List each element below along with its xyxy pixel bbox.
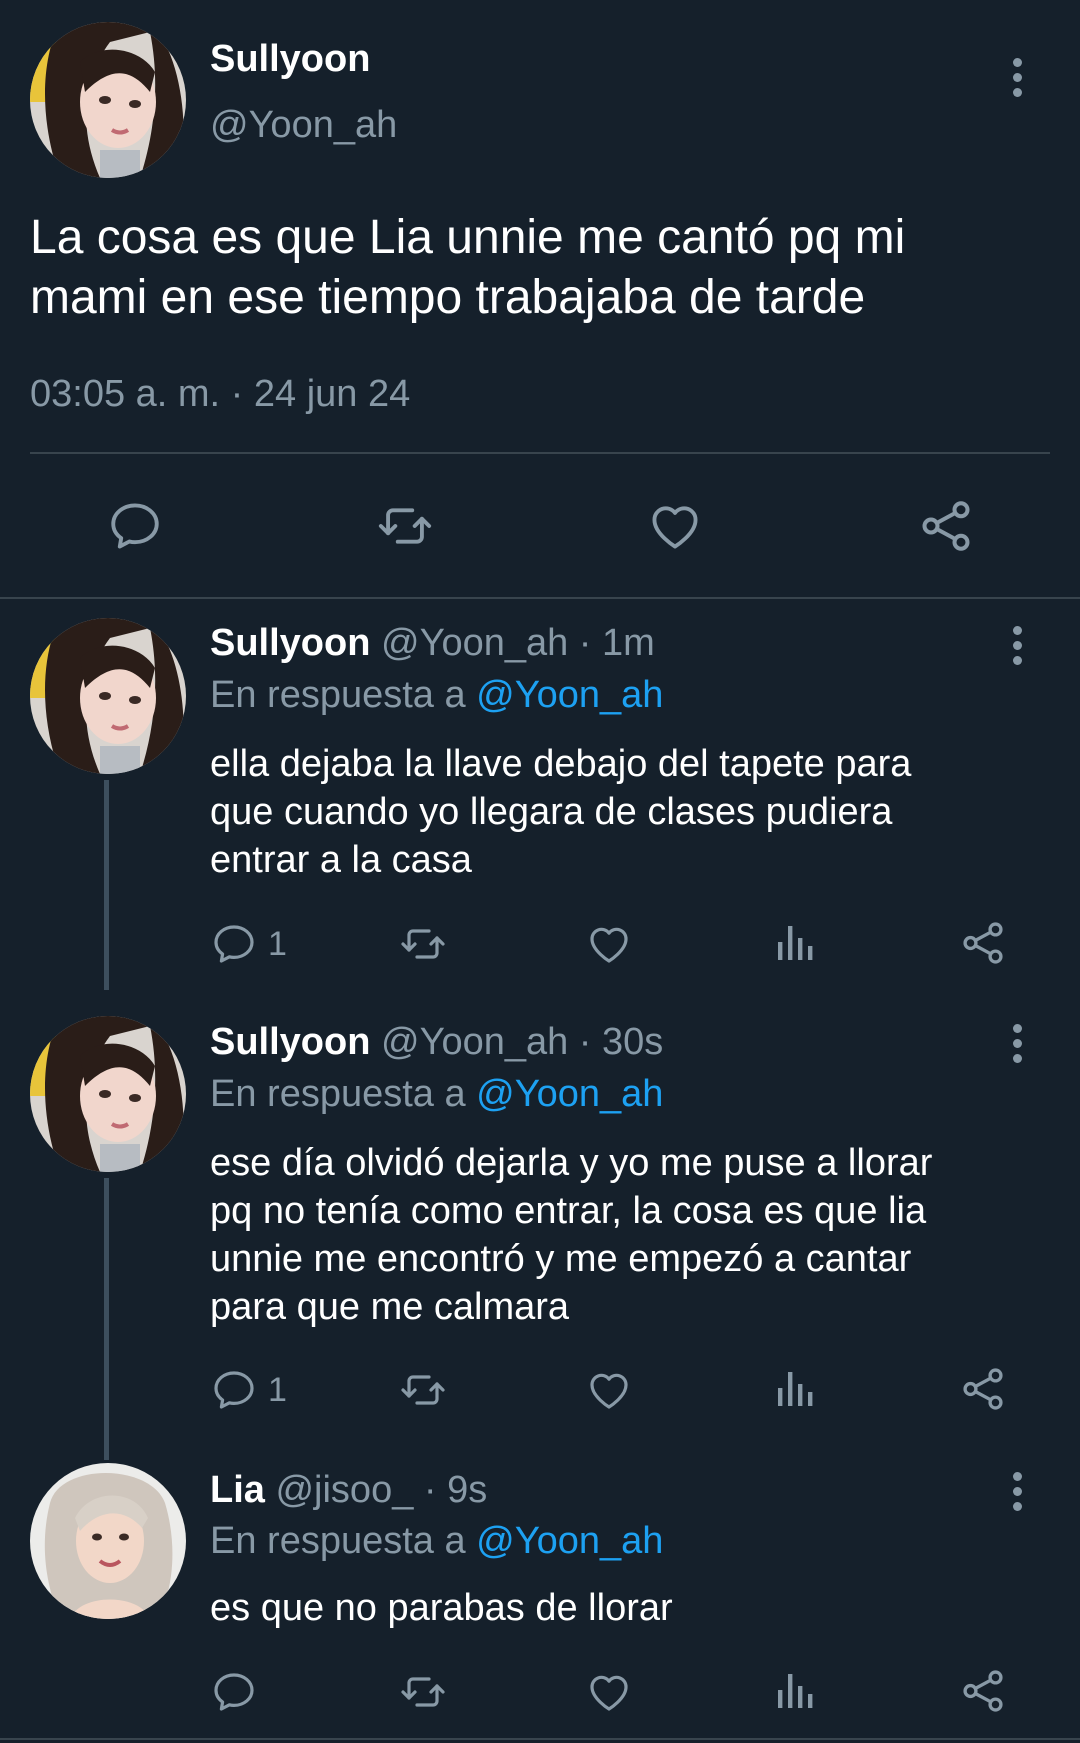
thread-line <box>104 780 109 990</box>
tweet-text-line: ella dejaba la llave debajo del tapete p… <box>210 743 912 785</box>
reply-count: 1 <box>268 1370 287 1409</box>
tweet-text: es que no parabas de llorar <box>210 1584 673 1632</box>
retweet-button[interactable] <box>396 920 450 968</box>
tweet-text-line: para que me calmara <box>210 1286 570 1328</box>
reply-header: Sullyoon @Yoon_ah · 1m <box>210 622 655 665</box>
retweet-button[interactable] <box>396 1366 450 1414</box>
reply-icon <box>210 1668 258 1716</box>
share-button[interactable] <box>958 1666 1008 1716</box>
author-meta: @jisoo_ · 9s <box>275 1469 488 1511</box>
retweet-icon <box>396 1366 450 1414</box>
reply-to-link[interactable]: @Yoon_ah <box>476 1520 663 1562</box>
author-name[interactable]: Lia <box>210 1469 265 1511</box>
views-button[interactable] <box>772 920 820 968</box>
reply-icon <box>106 497 164 555</box>
tweet-text: ese día olvidó dejarla y yo me puse a ll… <box>210 1139 932 1331</box>
like-icon <box>584 1366 634 1414</box>
retweet-icon <box>372 497 438 555</box>
tweet-text-line: ese día olvidó dejarla y yo me puse a ll… <box>210 1142 933 1184</box>
tweet-text-line: mami en ese tiempo trabajaba de tarde <box>30 271 866 324</box>
author-name[interactable]: Sullyoon <box>210 622 370 664</box>
section-divider <box>0 1738 1080 1740</box>
views-button[interactable] <box>772 1668 820 1716</box>
reply-count: 1 <box>268 924 287 963</box>
reply-context: En respuesta a @Yoon_ah <box>210 1520 663 1563</box>
divider <box>30 452 1050 454</box>
reply-prefix: En respuesta a <box>210 1520 466 1562</box>
reply-button[interactable] <box>106 497 164 555</box>
reply-button[interactable]: 1 <box>210 920 287 968</box>
tweet-text: La cosa es que Lia unnie me cantó pq mi … <box>30 208 905 328</box>
avatar[interactable] <box>30 618 186 774</box>
more-icon[interactable] <box>1010 626 1024 666</box>
reply-header: Lia @jisoo_ · 9s <box>210 1469 487 1512</box>
reply-header: Sullyoon @Yoon_ah · 30s <box>210 1021 663 1064</box>
author-name[interactable]: Sullyoon <box>210 1021 370 1063</box>
share-button[interactable] <box>958 1364 1008 1414</box>
author-name[interactable]: Sullyoon <box>210 38 370 81</box>
more-icon[interactable] <box>1010 1024 1024 1064</box>
tweet-text-line: que cuando yo llegara de clases pudiera <box>210 791 893 833</box>
retweet-icon <box>396 920 450 968</box>
tweet-text-line: La cosa es que Lia unnie me cantó pq mi <box>30 211 906 264</box>
views-icon <box>772 1366 820 1414</box>
reply-icon <box>210 1366 258 1414</box>
views-icon <box>772 1668 820 1716</box>
reply-to-link[interactable]: @Yoon_ah <box>476 1073 663 1115</box>
share-icon <box>958 918 1008 968</box>
views-button[interactable] <box>772 1366 820 1414</box>
reply-button[interactable] <box>210 1668 258 1716</box>
reply-prefix: En respuesta a <box>210 674 466 716</box>
retweet-icon <box>396 1668 450 1716</box>
author-handle[interactable]: @Yoon_ah <box>210 104 397 147</box>
avatar[interactable] <box>30 22 186 178</box>
like-button[interactable] <box>645 497 705 555</box>
like-button[interactable] <box>584 1668 634 1716</box>
share-icon <box>958 1666 1008 1716</box>
share-icon <box>958 1364 1008 1414</box>
more-icon[interactable] <box>1010 1472 1024 1512</box>
retweet-button[interactable] <box>396 1668 450 1716</box>
avatar[interactable] <box>30 1463 186 1619</box>
reply-button[interactable]: 1 <box>210 1366 287 1414</box>
like-button[interactable] <box>584 920 634 968</box>
tweet-text: ella dejaba la llave debajo del tapete p… <box>210 740 911 884</box>
thread-line <box>104 1178 109 1460</box>
like-icon <box>645 497 705 555</box>
avatar[interactable] <box>30 1016 186 1172</box>
tweet-text-line: es que no parabas de llorar <box>210 1587 673 1629</box>
share-button[interactable] <box>958 918 1008 968</box>
like-icon <box>584 1668 634 1716</box>
reply-to-link[interactable]: @Yoon_ah <box>476 674 663 716</box>
tweet-timestamp: 03:05 a. m. · 24 jun 24 <box>30 373 411 415</box>
reply-context: En respuesta a @Yoon_ah <box>210 674 663 717</box>
views-icon <box>772 920 820 968</box>
retweet-button[interactable] <box>372 497 438 555</box>
reply-context: En respuesta a @Yoon_ah <box>210 1073 663 1116</box>
like-button[interactable] <box>584 1366 634 1414</box>
like-icon <box>584 920 634 968</box>
share-button[interactable] <box>916 496 976 556</box>
author-meta: @Yoon_ah · 30s <box>381 1021 664 1063</box>
more-icon[interactable] <box>1010 58 1024 98</box>
tweet-text-line: pq no tenía como entrar, la cosa es que … <box>210 1190 927 1232</box>
share-icon <box>916 496 976 556</box>
section-divider <box>0 597 1080 599</box>
author-meta: @Yoon_ah · 1m <box>381 622 655 664</box>
tweet-text-line: entrar a la casa <box>210 839 472 881</box>
reply-icon <box>210 920 258 968</box>
reply-prefix: En respuesta a <box>210 1073 466 1115</box>
tweet-text-line: unnie me encontró y me empezó a cantar <box>210 1238 912 1280</box>
